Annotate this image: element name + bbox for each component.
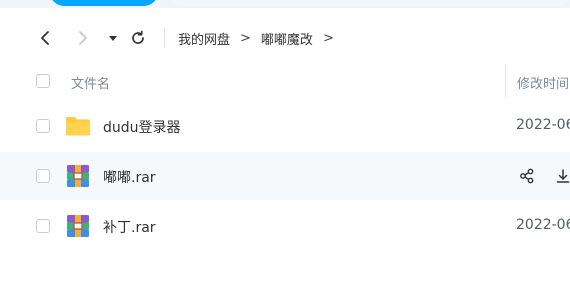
row-checkbox[interactable] — [36, 169, 50, 183]
column-header-mtime[interactable]: 修改时间 — [517, 73, 569, 92]
file-name[interactable]: 嘟嘟.rar — [103, 167, 156, 187]
column-resize-handle[interactable] — [505, 64, 506, 98]
file-modified-date: 2022-06 — [516, 217, 570, 233]
row-checkbox[interactable] — [36, 219, 50, 233]
column-header-name[interactable]: 文件名 — [71, 73, 110, 92]
folder-icon — [66, 117, 90, 136]
breadcrumb-toolbar: 我的网盘 > 嘟嘟魔改 > — [0, 18, 570, 58]
rar-archive-icon — [67, 215, 89, 237]
download-button[interactable] — [553, 166, 570, 186]
breadcrumb-item-root[interactable]: 我的网盘 — [178, 29, 230, 48]
download-icon — [556, 169, 570, 183]
history-dropdown-button[interactable] — [102, 27, 124, 49]
table-row[interactable]: 嘟嘟.rar — [0, 152, 570, 200]
refresh-button[interactable] — [127, 27, 149, 49]
table-row[interactable]: 补丁.rar 2022-06 — [0, 202, 570, 250]
share-button[interactable] — [517, 166, 537, 186]
file-manager-window: 我的网盘 > 嘟嘟魔改 > 文件名 修改时间 dudu登录器 2022-06 嘟… — [0, 0, 570, 288]
search-input[interactable] — [170, 0, 570, 6]
select-all-checkbox[interactable] — [36, 74, 50, 88]
chevron-right-icon — [79, 31, 87, 45]
breadcrumb-separator: > — [240, 31, 251, 46]
table-header: 文件名 修改时间 — [0, 62, 570, 100]
upload-button[interactable] — [50, 0, 158, 6]
file-name[interactable]: dudu登录器 — [103, 117, 181, 137]
caret-down-icon — [109, 36, 117, 41]
breadcrumb-item-current[interactable]: 嘟嘟魔改 — [261, 29, 313, 48]
chevron-left-icon — [41, 31, 49, 45]
file-modified-date: 2022-06 — [516, 117, 570, 133]
toolbar-divider — [164, 28, 165, 48]
rar-archive-icon — [67, 165, 89, 187]
refresh-icon — [132, 30, 144, 44]
breadcrumb: 我的网盘 > 嘟嘟魔改 > — [178, 29, 344, 48]
table-row[interactable]: dudu登录器 2022-06 — [0, 102, 570, 150]
top-strip — [0, 0, 570, 8]
back-button[interactable] — [34, 27, 56, 49]
file-name[interactable]: 补丁.rar — [103, 217, 156, 237]
forward-button[interactable] — [72, 27, 94, 49]
share-icon — [520, 168, 534, 184]
row-checkbox[interactable] — [36, 119, 50, 133]
breadcrumb-separator: > — [322, 31, 334, 46]
